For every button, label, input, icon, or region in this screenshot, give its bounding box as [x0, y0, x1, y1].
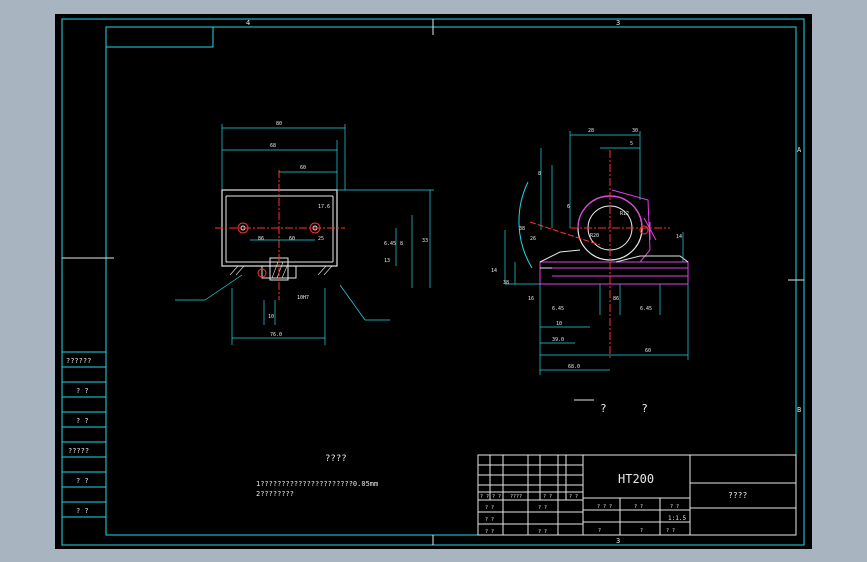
zone-label-bottom: 3 — [616, 537, 620, 545]
side-dim-label: R12 — [620, 211, 629, 217]
front-dim-label: 10 — [268, 314, 274, 320]
side-dim-label: 38 — [503, 280, 509, 286]
side-dim-label: 86 — [613, 296, 619, 302]
title-cell: ? ? — [485, 529, 494, 535]
front-dim-label: 33 — [422, 238, 428, 244]
side-dim-label: 6.45 — [552, 306, 564, 312]
left-table-cell: ?????? — [66, 357, 91, 365]
side-dim-label: 68.0 — [568, 364, 580, 370]
title-cell: ? ? — [670, 504, 679, 510]
section-label: ? ? — [600, 402, 662, 415]
left-table-cell: ? ? — [76, 387, 89, 395]
front-dim-label: 80 — [276, 121, 282, 127]
side-dim-label: 6.45 — [640, 306, 652, 312]
left-table-cell: ????? — [68, 447, 89, 455]
left-table-cell: ? ? — [76, 417, 89, 425]
front-dim-label: 86 — [258, 236, 264, 242]
tech-req-title: ???? — [325, 454, 347, 464]
front-dim-label: 13 — [384, 258, 390, 264]
side-dim-label: 14 — [491, 268, 497, 274]
zone-label-top-left: 4 — [246, 19, 250, 27]
front-dim-label: 76.0 — [270, 332, 282, 338]
tech-req-line-1: 1??????????????????????0.05mm — [256, 480, 378, 488]
front-dim-label: 6.45 — [384, 241, 396, 247]
front-dim-label: 17.6 — [318, 204, 330, 210]
title-header: ? ? — [480, 494, 489, 500]
title-material: HT200 — [618, 472, 654, 486]
front-dim-label: 68 — [270, 143, 276, 149]
front-dim-label: 25 — [318, 236, 324, 242]
title-header: ? ? — [569, 494, 578, 500]
front-dim-label: 10H7 — [297, 295, 309, 301]
side-dim-label: 8 — [538, 171, 541, 177]
side-dim-label: 38 — [519, 226, 525, 232]
title-cell: ? ? — [485, 517, 494, 523]
side-dim-label: 28 — [588, 128, 594, 134]
zone-label-right-b: B — [797, 406, 801, 414]
zone-label-top-right: 3 — [616, 19, 620, 27]
title-cell: ? — [598, 528, 601, 534]
title-scale: 1:1.5 — [668, 515, 686, 522]
side-dim-label: 5 — [630, 141, 633, 147]
title-cell: ? ? ? — [597, 504, 612, 510]
side-dim-label: 16 — [528, 296, 534, 302]
left-table-cell: ? ? — [76, 507, 89, 515]
side-dim-label: 6 — [567, 204, 570, 210]
tech-req-line-2: 2???????? — [256, 490, 294, 498]
title-header: ? ? — [492, 494, 501, 500]
front-dim-label: 8 — [400, 241, 403, 247]
side-dim-label: 30 — [632, 128, 638, 134]
drawing-sheet — [55, 14, 812, 549]
title-cell: ? ? — [634, 504, 643, 510]
left-table-cell: ? ? — [76, 477, 89, 485]
side-dim-label: R20 — [590, 233, 599, 239]
title-cell: ? ? — [666, 528, 675, 534]
side-dim-label: 26 — [530, 236, 536, 242]
side-dim-label: 10 — [556, 321, 562, 327]
front-dim-label: 60 — [289, 236, 295, 242]
title-cell: ? ? — [485, 505, 494, 511]
cad-drawing: 4 3 3 A B ?????? ? ? ? ? ????? ? ? ? ? 8… — [55, 14, 812, 549]
title-cell: ? ? — [538, 529, 547, 535]
side-dim-label: 39.0 — [552, 337, 564, 343]
cad-viewport[interactable]: 4 3 3 A B ?????? ? ? ? ? ????? ? ? ? ? 8… — [0, 0, 867, 562]
title-header: ? ? — [543, 494, 552, 500]
front-dim-label: 60 — [300, 165, 306, 171]
side-dim-label: 14 — [676, 234, 682, 240]
title-header: ???? — [510, 494, 522, 500]
title-cell: ? ? — [538, 505, 547, 511]
title-company: ???? — [728, 491, 747, 500]
title-cell: ? — [640, 528, 643, 534]
side-dim-label: 60 — [645, 348, 651, 354]
